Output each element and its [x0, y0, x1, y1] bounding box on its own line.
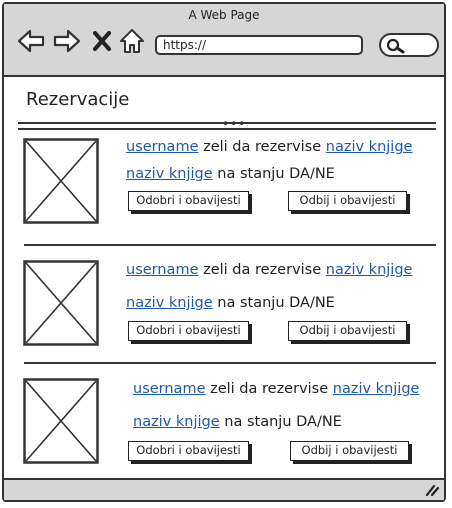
reservation-line-2: naziv knjige na stanju DA/NE: [126, 295, 335, 311]
reject-notify-button[interactable]: Odbij i obavijesti: [288, 191, 407, 211]
item-divider: [24, 244, 436, 246]
forward-arrow-icon[interactable]: [52, 28, 82, 54]
reservation-line-1: username zeli da rezervise naziv knjige: [126, 139, 412, 155]
reservation-verb: zeli da rezervise: [210, 381, 329, 397]
reservation-verb: zeli da rezervise: [203, 139, 322, 155]
approve-notify-button[interactable]: Odobri i obavijesti: [128, 321, 249, 341]
search-icon: [386, 38, 405, 54]
book-title-link[interactable]: naziv knjige: [126, 295, 213, 311]
reject-notify-button[interactable]: Odbij i obavijesti: [288, 321, 407, 341]
browser-window: A Web Page https:// Rezervacije ••• user…: [2, 2, 446, 502]
book-title-link[interactable]: naziv knjige: [126, 166, 213, 182]
reservation-line-2: naziv knjige na stanju DA/NE: [133, 414, 342, 430]
window-title: A Web Page: [188, 8, 260, 22]
book-title-link[interactable]: naziv knjige: [333, 381, 420, 397]
home-icon[interactable]: [118, 27, 146, 55]
username-link[interactable]: username: [133, 381, 206, 397]
username-link[interactable]: username: [126, 139, 199, 155]
browser-toolbar: A Web Page https://: [4, 4, 444, 77]
book-image-placeholder: [23, 378, 99, 464]
approve-notify-button[interactable]: Odobri i obavijesti: [128, 191, 249, 211]
status-bar: [4, 478, 444, 500]
book-image-placeholder: [23, 138, 99, 224]
search-box[interactable]: [379, 33, 439, 57]
resize-grip-icon[interactable]: [424, 483, 440, 497]
reservation-line-2: naziv knjige na stanju DA/NE: [126, 166, 335, 182]
stock-status: na stanju DA/NE: [224, 414, 342, 430]
back-arrow-icon[interactable]: [16, 28, 46, 54]
address-bar[interactable]: https://: [155, 35, 363, 55]
book-title-link[interactable]: naziv knjige: [326, 262, 413, 278]
close-x-icon[interactable]: [92, 30, 112, 52]
stock-status: na stanju DA/NE: [217, 166, 335, 182]
book-title-link[interactable]: naziv knjige: [133, 414, 220, 430]
reservation-line-1: username zeli da rezervise naziv knjige: [126, 262, 412, 278]
reservation-line-1: username zeli da rezervise naziv knjige: [133, 381, 419, 397]
reject-notify-button[interactable]: Odbij i obavijesti: [290, 441, 409, 461]
book-title-link[interactable]: naziv knjige: [326, 139, 413, 155]
book-image-placeholder: [23, 260, 99, 346]
stock-status: na stanju DA/NE: [217, 295, 335, 311]
approve-notify-button[interactable]: Odobri i obavijesti: [128, 441, 249, 461]
item-divider: [24, 362, 436, 364]
username-link[interactable]: username: [126, 262, 199, 278]
header-divider-top: [18, 122, 436, 124]
page-title: Rezervacije: [26, 89, 130, 110]
reservation-verb: zeli da rezervise: [203, 262, 322, 278]
header-divider-bottom: [18, 128, 436, 130]
